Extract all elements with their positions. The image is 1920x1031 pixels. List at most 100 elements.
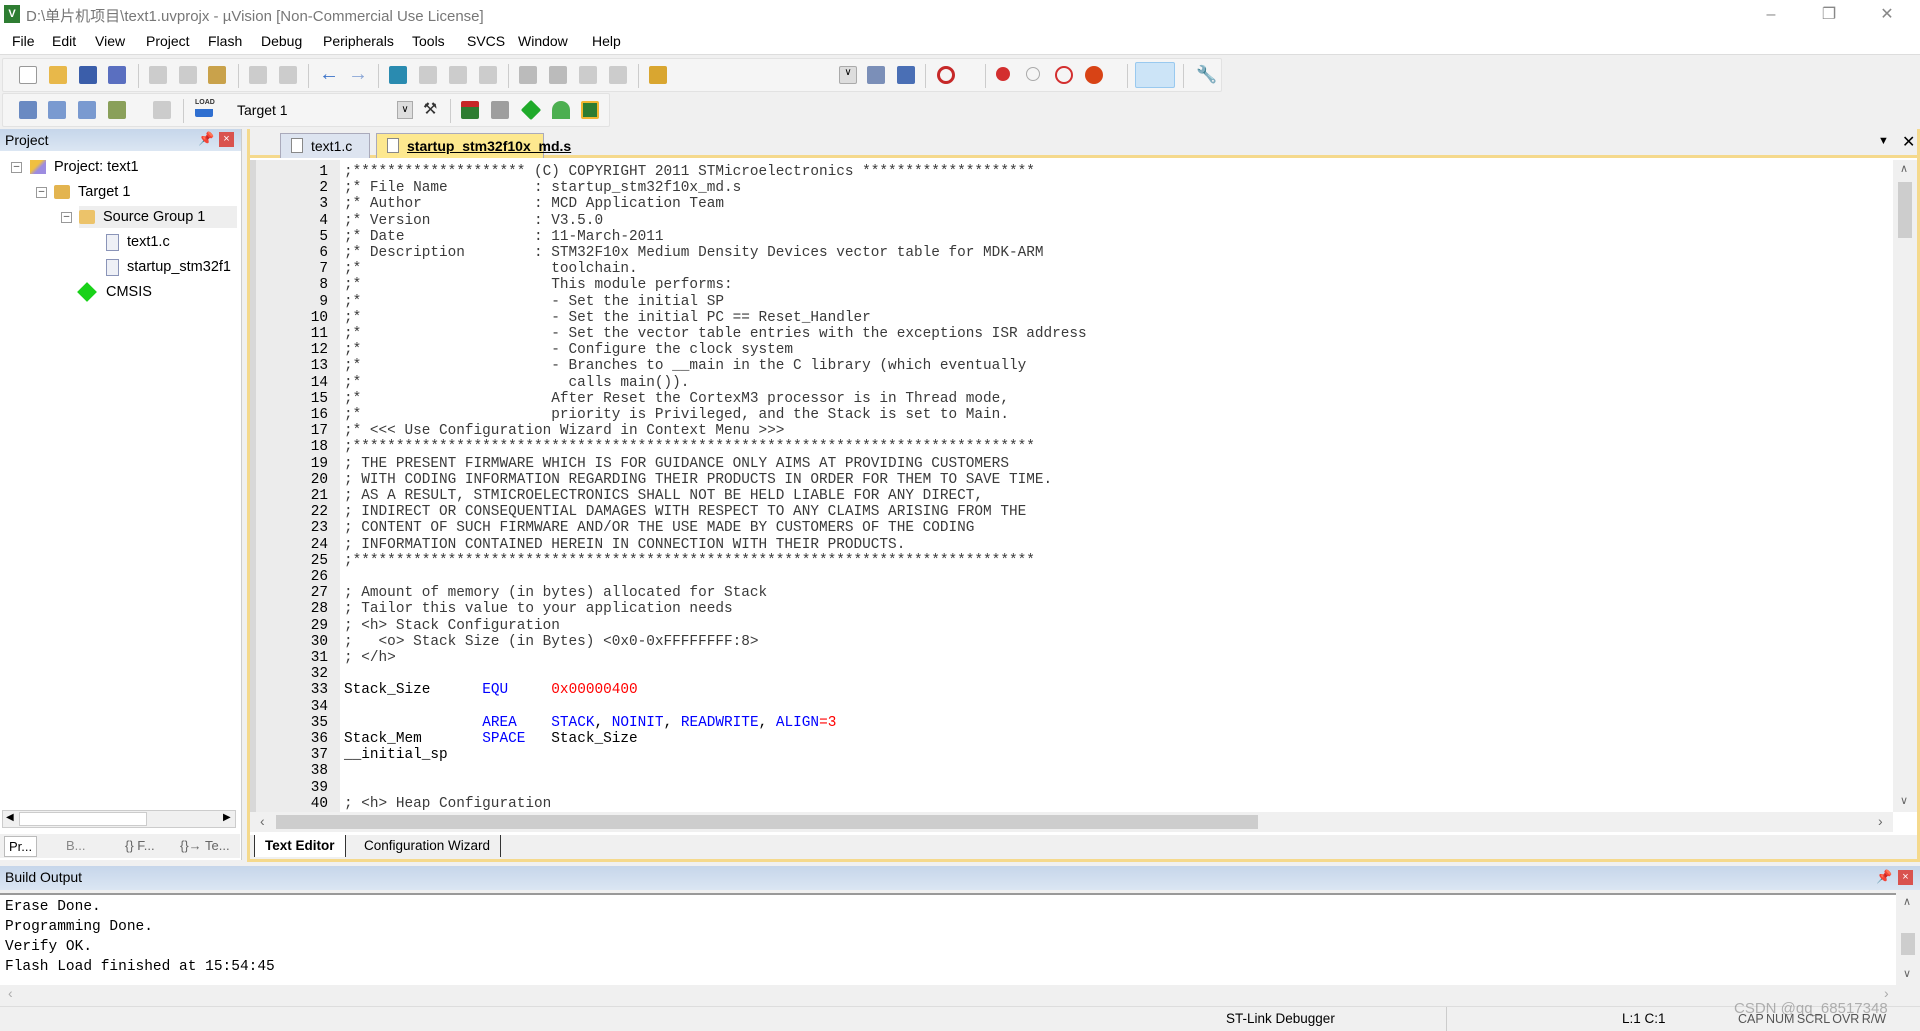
scroll-left-icon[interactable]: ◀ [6, 812, 14, 823]
scroll-right-icon[interactable]: › [1878, 813, 1883, 829]
configure-icon[interactable]: 🔧 [1196, 66, 1217, 84]
menu-help[interactable]: Help [592, 33, 621, 49]
scroll-right-icon[interactable]: ▶ [223, 812, 231, 823]
undo-icon[interactable] [249, 66, 267, 84]
nav-forward-icon[interactable]: → [348, 64, 368, 84]
tab-text1-c[interactable]: text1.c [280, 133, 370, 158]
build-output-text[interactable]: Erase Done. Programming Done. Verify OK.… [0, 893, 1896, 985]
window-layout-icon[interactable] [1135, 62, 1175, 88]
uncomment-icon[interactable] [609, 66, 627, 84]
tab-startup-s[interactable]: startup_stm32f10x_md.s [376, 133, 571, 158]
file-extensions-icon[interactable] [461, 101, 479, 119]
scroll-thumb[interactable] [1901, 933, 1915, 955]
menu-edit[interactable]: Edit [52, 33, 76, 49]
next-bookmark-icon[interactable] [449, 66, 467, 84]
tree-item-source-group[interactable]: Source Group 1 [79, 206, 237, 228]
translate-icon[interactable] [19, 101, 37, 119]
paste-icon[interactable] [208, 66, 226, 84]
download-icon[interactable]: LOAD [195, 99, 215, 117]
tree-item-target[interactable]: Target 1 [54, 181, 130, 203]
find-icon[interactable] [867, 66, 885, 84]
close-tab-icon[interactable]: ✕ [1902, 132, 1915, 152]
comment-icon[interactable] [579, 66, 597, 84]
scroll-down-icon[interactable]: ∨ [1903, 967, 1911, 980]
copy-icon[interactable] [179, 66, 197, 84]
tab-templates[interactable]: {}→ Te... [180, 838, 230, 853]
incremental-find-icon[interactable] [897, 66, 915, 84]
bookmark-icon[interactable] [389, 66, 407, 84]
menu-window[interactable]: Window [518, 33, 568, 49]
menu-file[interactable]: File [12, 33, 35, 49]
collapse-icon[interactable]: – [61, 212, 72, 223]
open-icon[interactable] [49, 66, 67, 84]
run-env-icon[interactable] [581, 101, 599, 119]
tab-list-dropdown-icon[interactable]: ▼ [1878, 135, 1889, 147]
code-area[interactable]: 1 2 3 4 5 6 7 8 9 10 11 12 13 14 15 16 17 18 19 20 21 22 23 24 2… [250, 160, 1892, 812]
menu-flash[interactable]: Flash [208, 33, 242, 49]
select-packs-icon[interactable] [552, 101, 570, 119]
menu-project[interactable]: Project [146, 33, 190, 49]
scroll-up-icon[interactable]: ∧ [1903, 895, 1911, 908]
scroll-down-icon[interactable]: ∨ [1900, 794, 1908, 807]
tab-project[interactable]: Pr... [4, 836, 38, 857]
scroll-thumb[interactable] [1898, 182, 1912, 238]
restore-icon[interactable]: ❐ [1806, 2, 1852, 28]
build-hscrollbar[interactable]: ‹ › [0, 985, 1920, 1003]
chevron-down-icon[interactable]: ∨ [397, 101, 413, 119]
save-all-icon[interactable] [108, 66, 126, 84]
scroll-up-icon[interactable]: ∧ [1900, 162, 1908, 175]
nav-back-icon[interactable]: ← [319, 64, 339, 84]
stop-build-icon[interactable] [153, 101, 171, 119]
editor-hscrollbar[interactable]: ‹ › [250, 812, 1893, 832]
indent-icon[interactable] [519, 66, 537, 84]
batch-build-icon[interactable] [108, 101, 126, 119]
scroll-thumb[interactable] [276, 815, 1258, 829]
prev-bookmark-icon[interactable] [419, 66, 437, 84]
pin-icon[interactable]: 📌 [198, 131, 214, 147]
redo-icon[interactable] [279, 66, 297, 84]
minimize-icon[interactable]: – [1748, 2, 1794, 28]
rebuild-icon[interactable] [78, 101, 96, 119]
new-file-icon[interactable] [19, 66, 37, 84]
tab-functions[interactable]: {} F... [125, 838, 155, 853]
debug-settings-icon[interactable] [1085, 66, 1103, 84]
scroll-right-icon[interactable]: › [1884, 985, 1889, 1001]
scroll-thumb[interactable] [19, 812, 147, 826]
tab-configuration-wizard[interactable]: Configuration Wizard [354, 835, 502, 857]
tab-text-editor[interactable]: Text Editor [254, 835, 346, 857]
target-select[interactable]: Target 1 ∨ [231, 98, 416, 122]
project-hscrollbar[interactable]: ◀ ▶ [2, 810, 236, 828]
scroll-left-icon[interactable]: ‹ [260, 813, 265, 829]
target-options-icon[interactable]: ⚒ [423, 101, 441, 119]
scroll-left-icon[interactable]: ‹ [8, 985, 13, 1001]
tab-books[interactable]: B... [66, 838, 86, 853]
menu-tools[interactable]: Tools [412, 33, 445, 49]
close-icon[interactable]: ✕ [1864, 2, 1910, 28]
editor-vscrollbar[interactable]: ∧ ∨ [1893, 160, 1917, 812]
tree-item-file[interactable]: startup_stm32f1 [106, 256, 231, 278]
tree-item-project[interactable]: Project: text1 [30, 156, 139, 178]
collapse-icon[interactable]: – [11, 162, 22, 173]
cut-icon[interactable] [149, 66, 167, 84]
menu-svcs[interactable]: SVCS [467, 33, 505, 49]
collapse-icon[interactable]: – [36, 187, 47, 198]
pin-icon[interactable]: 📌 [1876, 869, 1892, 885]
build-icon[interactable] [48, 101, 66, 119]
unindent-icon[interactable] [549, 66, 567, 84]
save-icon[interactable] [79, 66, 97, 84]
manage-components-icon[interactable] [491, 101, 509, 119]
dropdown-icon[interactable]: ∨ [839, 66, 857, 84]
menu-debug[interactable]: Debug [261, 33, 302, 49]
debug-session-icon[interactable] [937, 66, 955, 84]
breakpoint-icon[interactable] [996, 67, 1010, 81]
kill-breakpoints-icon[interactable] [1055, 66, 1073, 84]
disable-breakpoint-icon[interactable] [1026, 67, 1040, 81]
menu-view[interactable]: View [95, 33, 125, 49]
close-panel-icon[interactable]: × [219, 132, 234, 147]
find-in-files-icon[interactable] [649, 66, 667, 84]
close-panel-icon[interactable]: × [1898, 870, 1913, 885]
pack-installer-icon[interactable] [520, 99, 542, 121]
tree-item-cmsis[interactable]: CMSIS [77, 281, 152, 303]
build-vscrollbar[interactable]: ∧ ∨ [1896, 893, 1920, 985]
menu-peripherals[interactable]: Peripherals [323, 33, 394, 49]
